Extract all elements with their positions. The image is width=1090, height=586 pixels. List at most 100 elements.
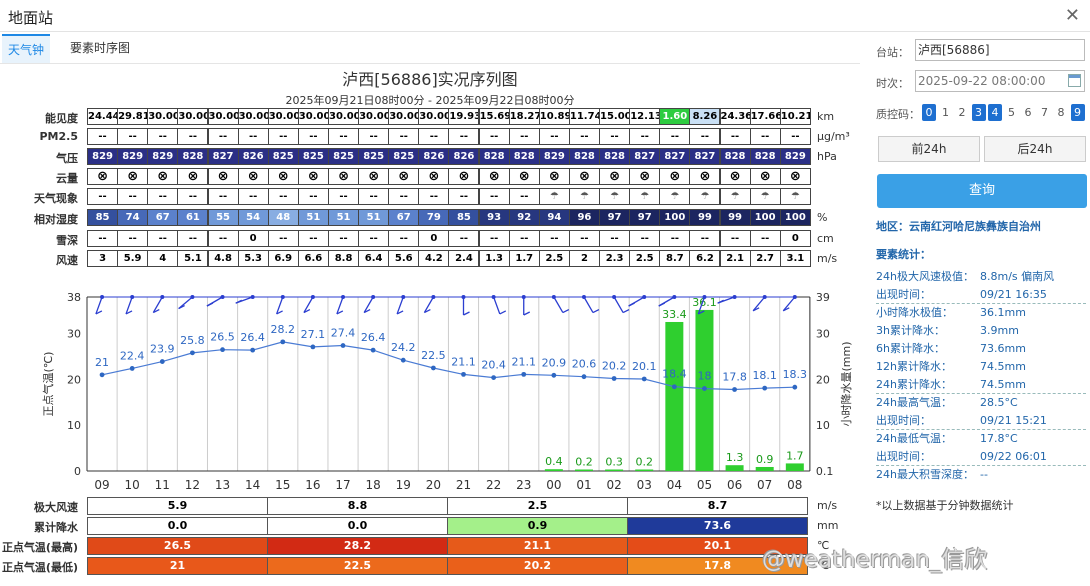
temperature-precip-chart: 38 30 20 10 0 39 30 20 10 0.1 正点气温(℃) 小时降水量(mm) 09 10… [41,291,853,492]
qc-code[interactable]: 5 [1005,104,1019,121]
grid-cell: 24.36 [719,108,751,125]
grid-cell: -- [177,128,209,145]
grid-cell: 15.69 [478,108,510,125]
grid-cell: 827 [207,148,239,165]
x-tick-label: 07 [757,478,772,492]
grid-cell: 5.9 [117,250,149,267]
qc-code[interactable]: 0 [922,104,936,121]
stat-row: 12h累计降水： 74.5mm [876,358,1086,376]
grid-cell: 828 [719,148,751,165]
grid-cell: -- [689,128,721,145]
grid-cell: 829 [117,148,149,165]
grid-cell: 829 [147,148,179,165]
row-label: 相对湿度 [34,213,78,226]
grid-cell: -- [599,128,631,145]
x-tick-label: 06 [727,478,742,492]
close-icon[interactable]: ✕ [1065,5,1080,26]
y2-axis-label: 小时降水量(mm) [839,341,853,426]
qc-code[interactable]: 8 [1054,104,1068,121]
grid-cell: -- [87,188,119,205]
wind-station-dot [250,295,255,299]
wind-barb [782,296,796,312]
next-24h-button[interactable]: 后24h [984,136,1086,162]
grid-cell: 6.6 [297,250,329,267]
grid-cell: -- [267,188,299,205]
stat-row: 出现时间： 09/21 15:21 [876,412,1086,430]
grid-cell: 4.8 [207,250,239,267]
grid-cell: 30.00 [207,108,239,125]
grid-cell: 97 [629,209,661,226]
stat-row: 24h最低气温： 17.8°C [876,430,1086,448]
temperature-label: 20.2 [602,360,627,373]
qc-code[interactable]: 2 [955,104,969,121]
chart-subtitle: 2025年09月21日08时00分 - 2025年09月22日08时00分 [285,94,575,107]
grid-cell: 3 [87,250,119,267]
precip-bar [605,469,624,471]
temperature-label: 24.2 [391,341,416,354]
grid-cell: 5.1 [177,250,209,267]
qc-code[interactable]: 6 [1021,104,1035,121]
calendar-icon[interactable] [1068,74,1081,87]
qc-code[interactable]: 1 [939,104,953,121]
temperature-point [99,372,105,378]
temperature-label: 18 [697,370,711,383]
tab-bar: 天气钟 要素时序图 [0,34,860,64]
station-input[interactable]: 泸西[56886] [915,39,1085,61]
grid-cell: ☂ [659,188,691,205]
grid-cell: -- [87,128,119,145]
precip-bar [635,469,654,471]
grid-cell: 54 [237,209,269,226]
sidebar: 台站： 泸西[56886] 时次： 2025-09-22 08:00:00 质控… [870,34,1090,586]
row-label: 雪深 [56,234,78,247]
temperature-point [190,350,195,356]
temperature-label: 26.4 [361,331,386,344]
temperature-label: 26.5 [210,331,235,344]
temperature-label: 18.4 [662,368,687,381]
temperature-label: 27.4 [331,327,356,340]
grid-cell: -- [328,188,360,205]
temperature-point [400,357,406,363]
x-tick-label: 00 [546,478,561,492]
grid-cell: ⊗ [328,168,360,185]
qc-code[interactable]: 7 [1038,104,1052,121]
stat-key: 24h最高气温： [876,396,952,409]
stat-row: 6h累计降水： 73.6mm [876,340,1086,358]
stat-value: 73.6mm [980,342,1026,355]
grid-cell: ⊗ [689,168,721,185]
grid-cell: ☂ [599,188,631,205]
prev-24h-button[interactable]: 前24h [878,136,980,162]
grid-cell: 8.7 [659,250,691,267]
time-input[interactable]: 2025-09-22 08:00:00 [915,70,1085,92]
precip-bar-label: 1.3 [726,451,744,464]
tab-weather-clock[interactable]: 天气钟 [2,34,51,63]
qc-code[interactable]: 3 [971,104,986,121]
summary-row-label: 正点气温(最低) [1,561,78,574]
x-tick-label: 13 [215,478,230,492]
summary-row-unit: mm [817,519,839,532]
stat-row: 小时降水极值： 36.1mm [876,304,1086,322]
y-tick-label: 20 [67,373,81,386]
title-bar: 地面站 ✕ [0,0,1090,32]
y2-tick-label: 30 [816,328,830,341]
y2-tick-label: 0.1 [816,465,834,478]
grid-cell: 827 [629,148,661,165]
temperature-point [370,347,376,353]
grid-cell: 97 [599,209,631,226]
x-tick-label: 05 [697,478,712,492]
stats-title: 要素统计： [876,248,931,261]
grid-cell: 8.8 [328,250,360,267]
temperature-point [430,365,436,371]
x-tick-label: 02 [606,478,621,492]
qc-code[interactable]: 4 [988,104,1002,121]
grid-cell: -- [177,230,209,247]
grid-cell: 825 [297,148,329,165]
tab-element-timeseries[interactable]: 要素时序图 [64,34,136,63]
row-label: PM2.5 [39,130,79,143]
qc-code[interactable]: 9 [1070,104,1085,121]
x-tick-label: 18 [365,478,380,492]
query-button[interactable]: 查询 [877,174,1087,208]
stat-row: 24h最高气温： 28.5°C [876,394,1086,412]
temperature-point [129,366,135,371]
temperature-point [551,372,557,378]
grid-cell: -- [207,188,239,205]
